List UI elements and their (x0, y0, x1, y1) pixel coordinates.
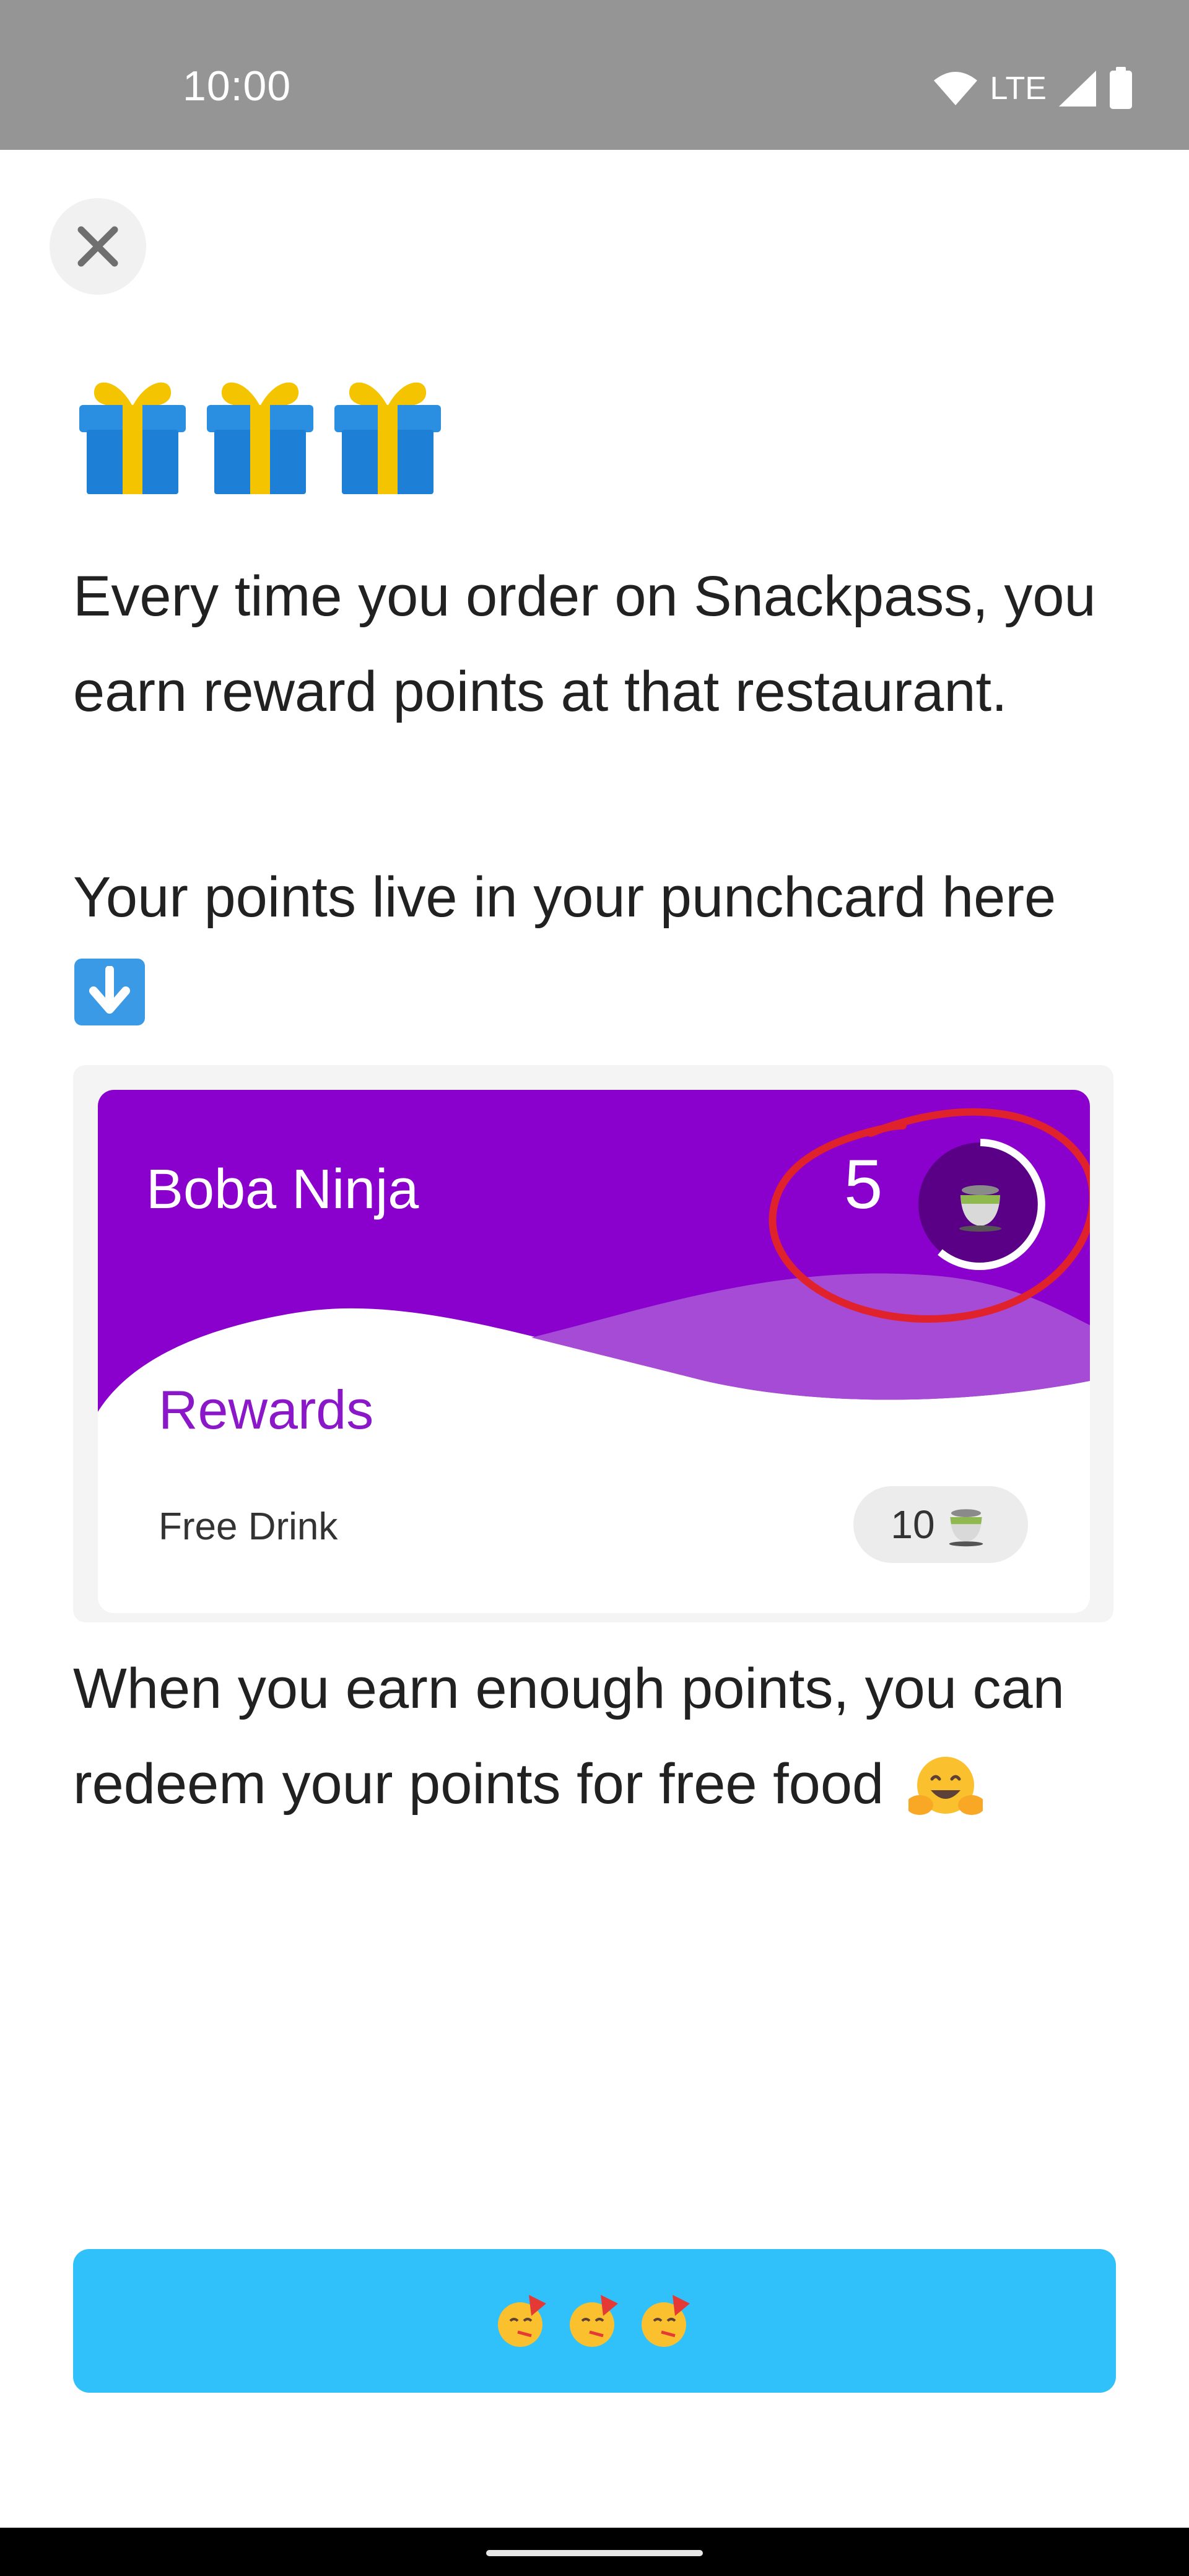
party-face-icon (642, 2295, 690, 2347)
punchcard-text: Your points live in your punchcard here (73, 866, 1056, 929)
tea-cup-icon (949, 1509, 983, 1547)
gift-icon (79, 382, 186, 494)
redeem-text-block: When you earn enough points, you can red… (73, 1641, 1126, 1832)
status-bar: 10:00 LTE (0, 0, 1189, 150)
rewards-title: Rewards (159, 1379, 374, 1440)
close-button[interactable] (50, 198, 146, 295)
cell-signal-icon (1059, 71, 1096, 107)
punchcard: Boba Ninja 5 Rewards Free Drink 10 (98, 1090, 1090, 1613)
gift-icon (207, 382, 313, 494)
party-face-icon (498, 2295, 546, 2347)
battery-icon (1110, 67, 1132, 109)
home-handle[interactable] (486, 2550, 703, 2556)
continue-button[interactable] (73, 2249, 1116, 2393)
tea-cup-icon (959, 1185, 1001, 1232)
restaurant-name: Boba Ninja (146, 1159, 419, 1221)
status-icons: LTE (933, 67, 1133, 110)
reward-item-label: Free Drink (159, 1505, 338, 1548)
party-face-icon (570, 2295, 618, 2347)
reward-cost-badge: 10 (853, 1486, 1028, 1563)
network-type: LTE (990, 71, 1047, 107)
points-count: 5 (844, 1146, 883, 1223)
close-icon (77, 226, 118, 267)
gift-icons (74, 372, 446, 508)
status-time: 10:00 (183, 63, 292, 110)
hugging-face-icon (908, 1756, 983, 1815)
gift-icon (334, 382, 441, 494)
wifi-icon (934, 72, 978, 105)
reward-cost: 10 (891, 1502, 935, 1547)
down-arrow-icon (74, 959, 145, 1025)
intro-text: Every time you order on Snackpass, you e… (73, 565, 1096, 723)
